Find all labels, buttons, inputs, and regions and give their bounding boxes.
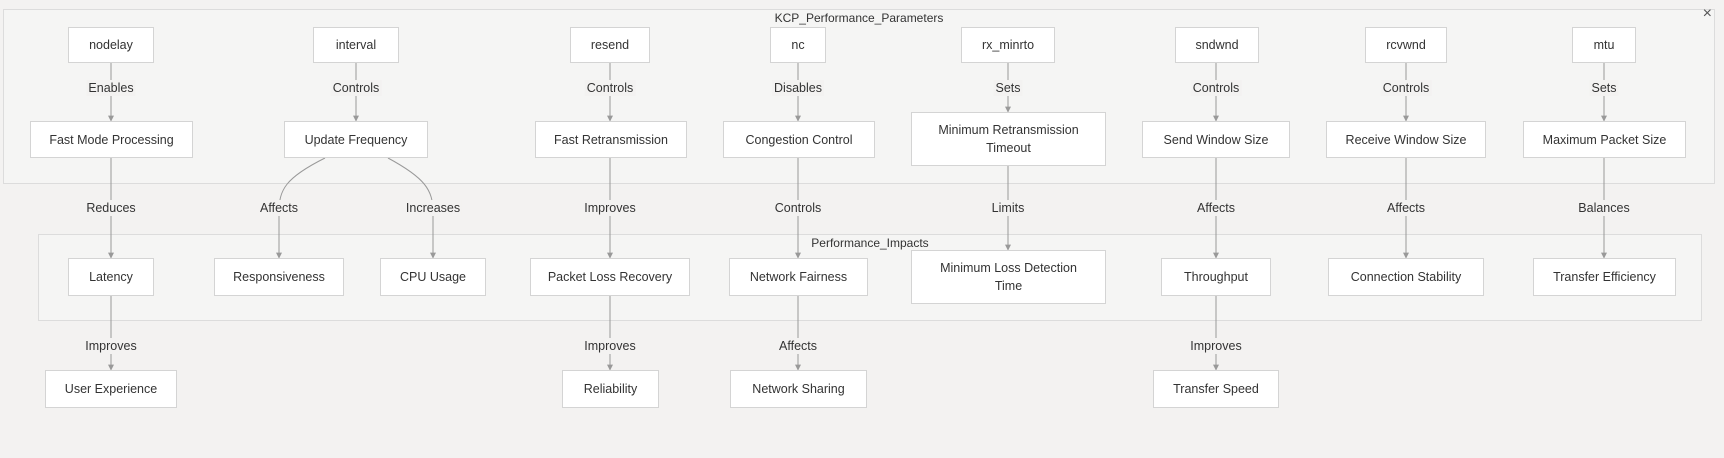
node-minimum-retransmission-timeout[interactable]: Minimum Retransmission Timeout [911, 112, 1106, 166]
node-minimum-loss-detection-time[interactable]: Minimum Loss Detection Time [911, 250, 1106, 304]
node-nc[interactable]: nc [770, 27, 826, 63]
edge-label: Sets [993, 80, 1023, 96]
node-latency[interactable]: Latency [68, 258, 154, 296]
node-throughput[interactable]: Throughput [1161, 258, 1271, 296]
node-maximum-packet-size[interactable]: Maximum Packet Size [1523, 121, 1686, 158]
node-cpu-usage[interactable]: CPU Usage [380, 258, 486, 296]
node-reliability[interactable]: Reliability [562, 370, 659, 408]
node-network-fairness[interactable]: Network Fairness [729, 258, 868, 296]
edge-label: Disables [772, 80, 824, 96]
node-send-window-size[interactable]: Send Window Size [1142, 121, 1290, 158]
node-interval[interactable]: interval [313, 27, 399, 63]
node-responsiveness[interactable]: Responsiveness [214, 258, 344, 296]
node-mtu[interactable]: mtu [1572, 27, 1636, 63]
edge-label: Controls [1380, 80, 1432, 96]
edge-label: Controls [330, 80, 382, 96]
edge-label: Improves [83, 338, 139, 354]
node-transfer-efficiency[interactable]: Transfer Efficiency [1533, 258, 1676, 296]
node-update-frequency[interactable]: Update Frequency [284, 121, 428, 158]
edge-label: Increases [403, 200, 463, 216]
node-rcvwnd[interactable]: rcvwnd [1365, 27, 1447, 63]
node-packet-loss-recovery[interactable]: Packet Loss Recovery [530, 258, 690, 296]
edge-label: Controls [772, 200, 824, 216]
edge-label: Improves [1188, 338, 1244, 354]
node-receive-window-size[interactable]: Receive Window Size [1326, 121, 1486, 158]
node-connection-stability[interactable]: Connection Stability [1328, 258, 1484, 296]
node-fast-mode-processing[interactable]: Fast Mode Processing [30, 121, 193, 158]
node-congestion-control[interactable]: Congestion Control [723, 121, 875, 158]
edge-label: Enables [86, 80, 136, 96]
node-nodelay[interactable]: nodelay [68, 27, 154, 63]
edge-label: Limits [989, 200, 1027, 216]
edge-label: Affects [258, 200, 300, 216]
node-fast-retransmission[interactable]: Fast Retransmission [535, 121, 687, 158]
edge-label: Controls [1190, 80, 1242, 96]
edge-label: Improves [582, 338, 638, 354]
edge-label: Sets [1589, 80, 1619, 96]
edge-label: Affects [1195, 200, 1237, 216]
node-network-sharing[interactable]: Network Sharing [730, 370, 867, 408]
edge-label: Controls [584, 80, 636, 96]
node-rx-minrto[interactable]: rx_minrto [961, 27, 1055, 63]
node-user-experience[interactable]: User Experience [45, 370, 177, 408]
node-sndwnd[interactable]: sndwnd [1175, 27, 1259, 63]
edge-label: Affects [1385, 200, 1427, 216]
node-transfer-speed[interactable]: Transfer Speed [1153, 370, 1279, 408]
edge-label: Reduces [84, 200, 138, 216]
node-resend[interactable]: resend [570, 27, 650, 63]
edge-label: Balances [1576, 200, 1632, 216]
edge-label: Affects [777, 338, 819, 354]
edge-label: Improves [582, 200, 638, 216]
